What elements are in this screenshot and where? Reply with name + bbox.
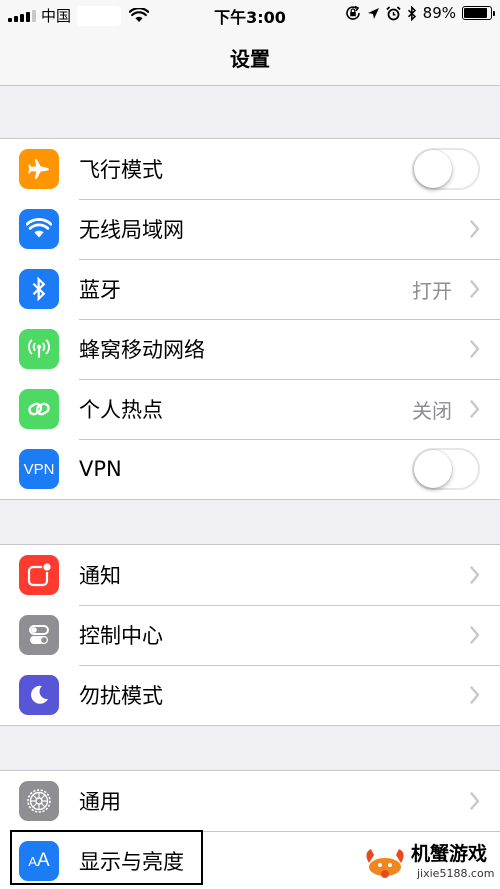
- row-bluetooth[interactable]: 蓝牙 打开: [0, 259, 500, 319]
- airplane-mode-toggle[interactable]: [412, 148, 480, 190]
- bluetooth-status-icon: [407, 5, 416, 21]
- row-label: 无线局域网: [79, 218, 184, 242]
- row-do-not-disturb[interactable]: 勿扰模式: [0, 665, 500, 725]
- row-label: 控制中心: [79, 624, 163, 648]
- row-general[interactable]: 通用: [0, 771, 500, 831]
- watermark-url: jixie5188.com: [417, 867, 495, 880]
- cellular-antenna-icon: [19, 329, 59, 369]
- row-label: 通用: [79, 790, 121, 814]
- chevron-right-icon: [470, 566, 480, 584]
- watermark: 机蟹游戏 jixie5188.com: [359, 837, 494, 885]
- row-label: 通知: [79, 564, 121, 588]
- airplane-icon: [19, 149, 59, 189]
- location-arrow-icon: [367, 7, 379, 19]
- row-airplane-mode[interactable]: 飞行模式: [0, 139, 500, 199]
- row-label: 蓝牙: [79, 278, 121, 302]
- status-bar: 中国 下午3:00 89%: [0, 0, 500, 30]
- hotspot-link-icon: [19, 389, 59, 429]
- row-notifications[interactable]: 通知: [0, 545, 500, 605]
- vpn-icon: VPN: [19, 449, 59, 489]
- wifi-icon: [19, 209, 59, 249]
- rotation-lock-icon: [345, 5, 360, 20]
- chevron-right-icon: [470, 280, 480, 298]
- battery-percent: 89%: [422, 4, 456, 22]
- row-label: 个人热点: [79, 398, 163, 422]
- row-label: 显示与亮度: [79, 850, 184, 874]
- control-center-icon: [19, 615, 59, 655]
- row-wlan[interactable]: 无线局域网: [0, 199, 500, 259]
- hotspot-status-value: 关闭: [412, 398, 452, 423]
- chevron-right-icon: [470, 792, 480, 810]
- display-brightness-icon: AA: [19, 841, 59, 881]
- settings-group-notifications: 通知 控制中心 勿扰模式: [0, 544, 500, 726]
- row-vpn[interactable]: VPN VPN: [0, 439, 500, 499]
- navigation-bar: 设置: [0, 30, 500, 86]
- status-bar-right: 89%: [345, 4, 495, 22]
- settings-group-connectivity: 飞行模式 无线局域网 蓝牙 打开 蜂窝移动网络 个人热点 关闭 VPN VPN: [0, 138, 500, 500]
- chevron-right-icon: [470, 220, 480, 238]
- notifications-icon: [19, 555, 59, 595]
- bluetooth-status-value: 打开: [412, 278, 452, 303]
- battery-icon: [462, 6, 495, 20]
- page-title: 设置: [230, 47, 270, 71]
- alarm-icon: [386, 5, 401, 20]
- gear-icon: [19, 781, 59, 821]
- watermark-title: 机蟹游戏: [411, 843, 488, 865]
- row-label: VPN: [79, 457, 122, 481]
- moon-icon: [19, 675, 59, 715]
- row-label: 蜂窝移动网络: [79, 338, 205, 362]
- row-label: 飞行模式: [79, 158, 163, 182]
- bluetooth-icon: [19, 269, 59, 309]
- row-control-center[interactable]: 控制中心: [0, 605, 500, 665]
- row-cellular[interactable]: 蜂窝移动网络: [0, 319, 500, 379]
- chevron-right-icon: [470, 400, 480, 418]
- row-label: 勿扰模式: [79, 684, 163, 708]
- vpn-icon-text: VPN: [23, 460, 55, 478]
- row-personal-hotspot[interactable]: 个人热点 关闭: [0, 379, 500, 439]
- chevron-right-icon: [470, 626, 480, 644]
- chevron-right-icon: [470, 686, 480, 704]
- vpn-toggle[interactable]: [412, 448, 480, 490]
- chevron-right-icon: [470, 340, 480, 358]
- watermark-logo-icon: [366, 849, 404, 878]
